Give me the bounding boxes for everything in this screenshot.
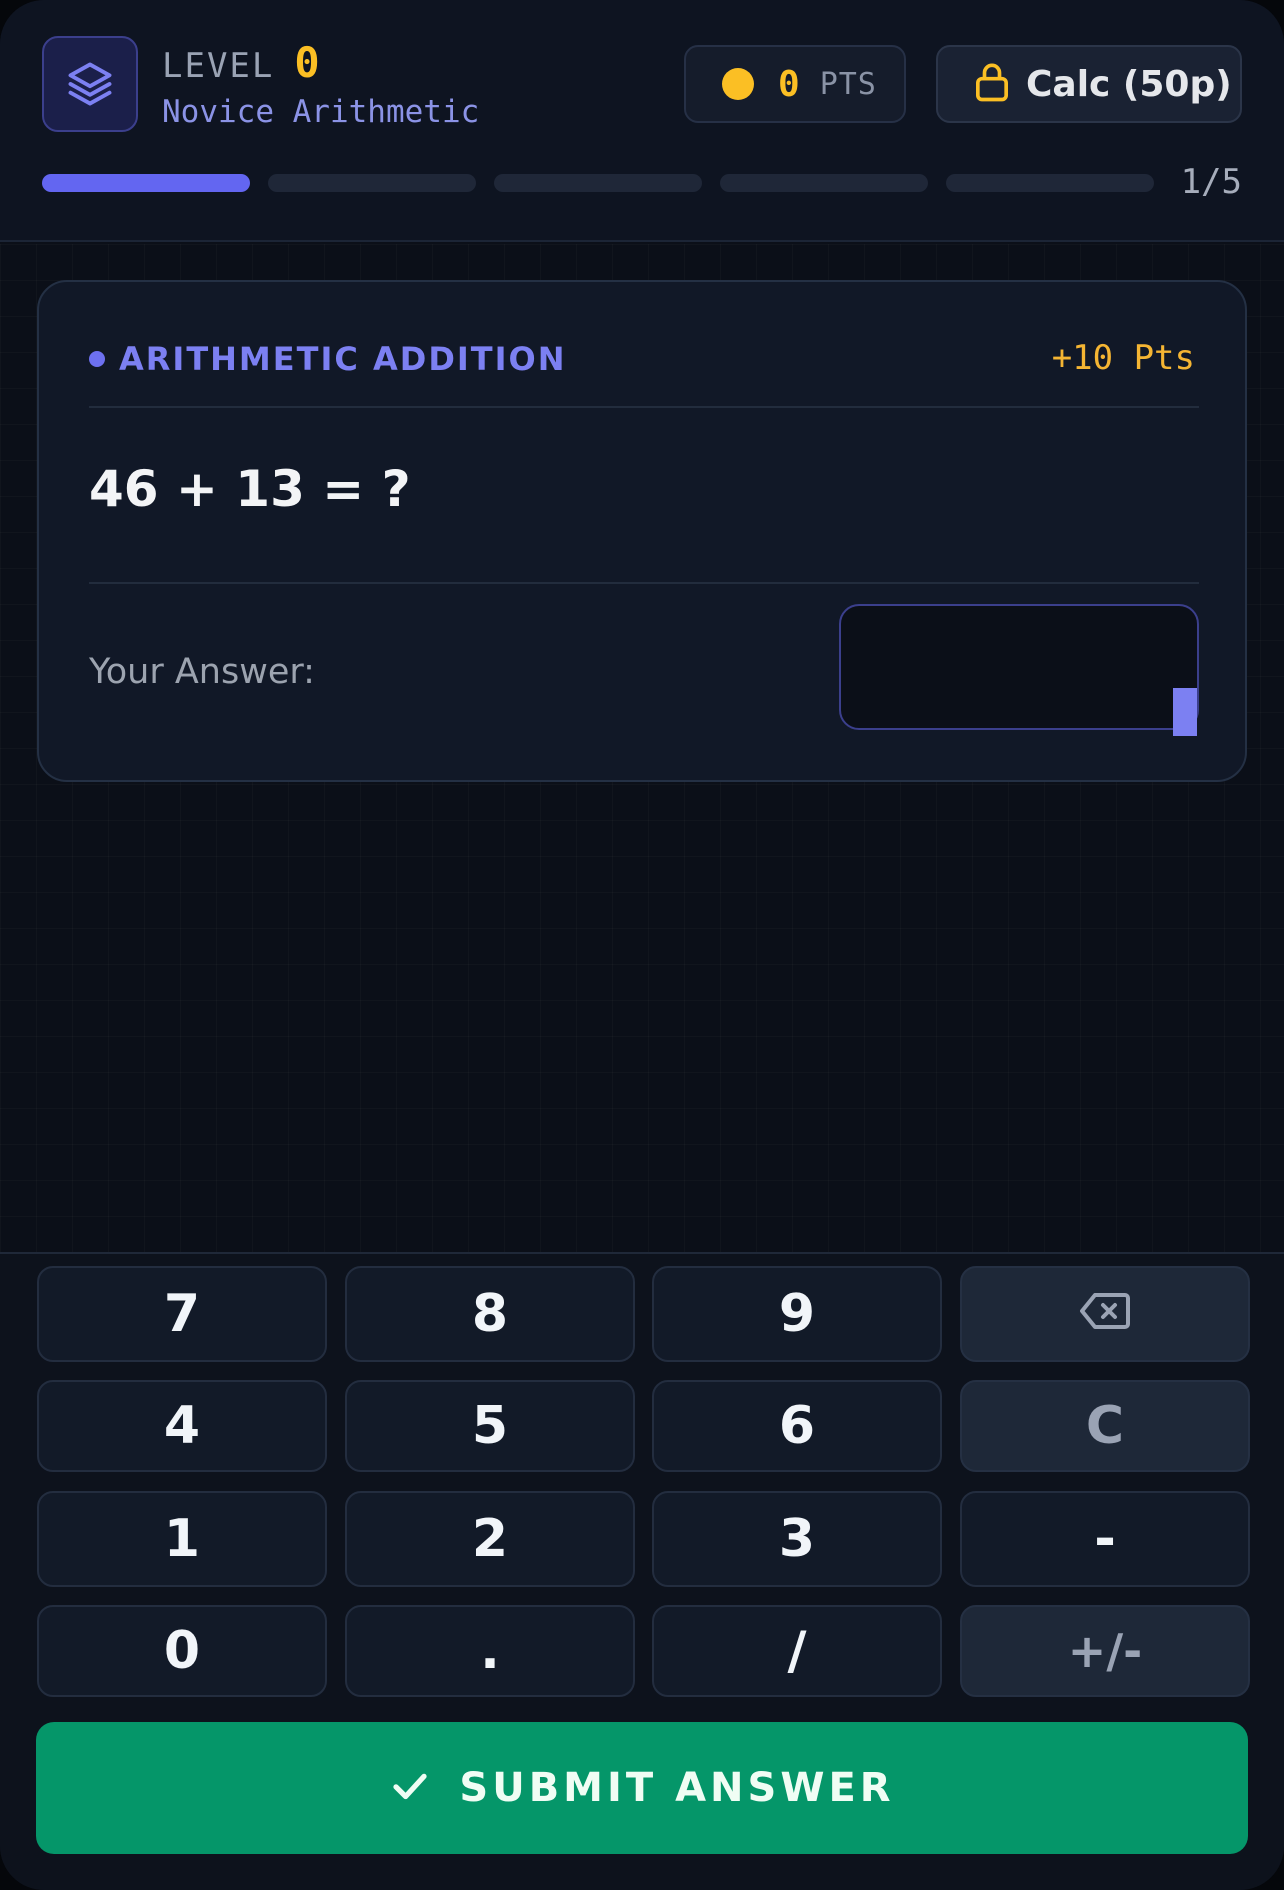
level-value: 0 bbox=[294, 38, 320, 87]
reward-points: +10 Pts bbox=[1051, 338, 1195, 378]
key-6[interactable]: 6 bbox=[652, 1380, 942, 1472]
header: LEVEL 0 Novice Arithmetic 0 PTS Calc (50… bbox=[0, 0, 1284, 242]
progress-counter: 1/5 bbox=[1180, 162, 1242, 202]
progress-segment bbox=[946, 174, 1154, 192]
clear-key[interactable]: C bbox=[960, 1380, 1250, 1472]
level-label: LEVEL bbox=[162, 46, 275, 86]
question-card: ARITHMETIC ADDITION +10 Pts 46 + 13 = ? … bbox=[37, 280, 1247, 782]
progress-segment bbox=[268, 174, 476, 192]
calculator-unlock-label: Calc (50p) bbox=[1026, 63, 1232, 105]
submit-label: SUBMIT ANSWER bbox=[459, 1765, 895, 1811]
backspace-icon bbox=[1079, 1284, 1131, 1344]
key-7[interactable]: 7 bbox=[37, 1266, 327, 1362]
calculator-unlock-button[interactable]: Calc (50p) bbox=[936, 45, 1242, 123]
divider bbox=[89, 582, 1199, 584]
points-label: PTS bbox=[819, 66, 877, 102]
progress-segment bbox=[494, 174, 702, 192]
progress-segment bbox=[720, 174, 928, 192]
app-screen: LEVEL 0 Novice Arithmetic 0 PTS Calc (50… bbox=[0, 0, 1284, 1890]
main-area: ARITHMETIC ADDITION +10 Pts 46 + 13 = ? … bbox=[0, 244, 1284, 1252]
key-4[interactable]: 4 bbox=[37, 1380, 327, 1472]
progress-bar bbox=[42, 174, 1154, 192]
level-name: Novice Arithmetic bbox=[162, 94, 480, 130]
problem-text: 46 + 13 = ? bbox=[89, 460, 411, 518]
slash-key[interactable]: / bbox=[652, 1605, 942, 1697]
backspace-key[interactable] bbox=[960, 1266, 1250, 1362]
layers-icon bbox=[42, 36, 138, 132]
topic-label: ARITHMETIC ADDITION bbox=[119, 340, 567, 378]
submit-answer-button[interactable]: SUBMIT ANSWER bbox=[36, 1722, 1248, 1854]
points-badge: 0 PTS bbox=[684, 45, 906, 123]
key-3[interactable]: 3 bbox=[652, 1491, 942, 1587]
coin-icon bbox=[722, 68, 754, 100]
lock-icon bbox=[972, 60, 1012, 108]
check-icon bbox=[389, 1765, 431, 1811]
topic-dot-icon bbox=[89, 351, 105, 367]
progress-segment bbox=[42, 174, 250, 192]
level-indicator: LEVEL 0 bbox=[162, 38, 320, 87]
key-5[interactable]: 5 bbox=[345, 1380, 635, 1472]
answer-label: Your Answer: bbox=[89, 652, 315, 692]
key-0[interactable]: 0 bbox=[37, 1605, 327, 1697]
minus-key[interactable]: - bbox=[960, 1491, 1250, 1587]
topic-tag: ARITHMETIC ADDITION bbox=[89, 340, 567, 378]
key-2[interactable]: 2 bbox=[345, 1491, 635, 1587]
key-9[interactable]: 9 bbox=[652, 1266, 942, 1362]
divider bbox=[89, 406, 1199, 408]
points-value: 0 bbox=[778, 63, 800, 105]
key-8[interactable]: 8 bbox=[345, 1266, 635, 1362]
answer-input[interactable] bbox=[839, 604, 1199, 730]
decimal-key[interactable]: . bbox=[345, 1605, 635, 1697]
key-1[interactable]: 1 bbox=[37, 1491, 327, 1587]
input-caret bbox=[1173, 688, 1197, 736]
plus-minus-key[interactable]: +/- bbox=[960, 1605, 1250, 1697]
